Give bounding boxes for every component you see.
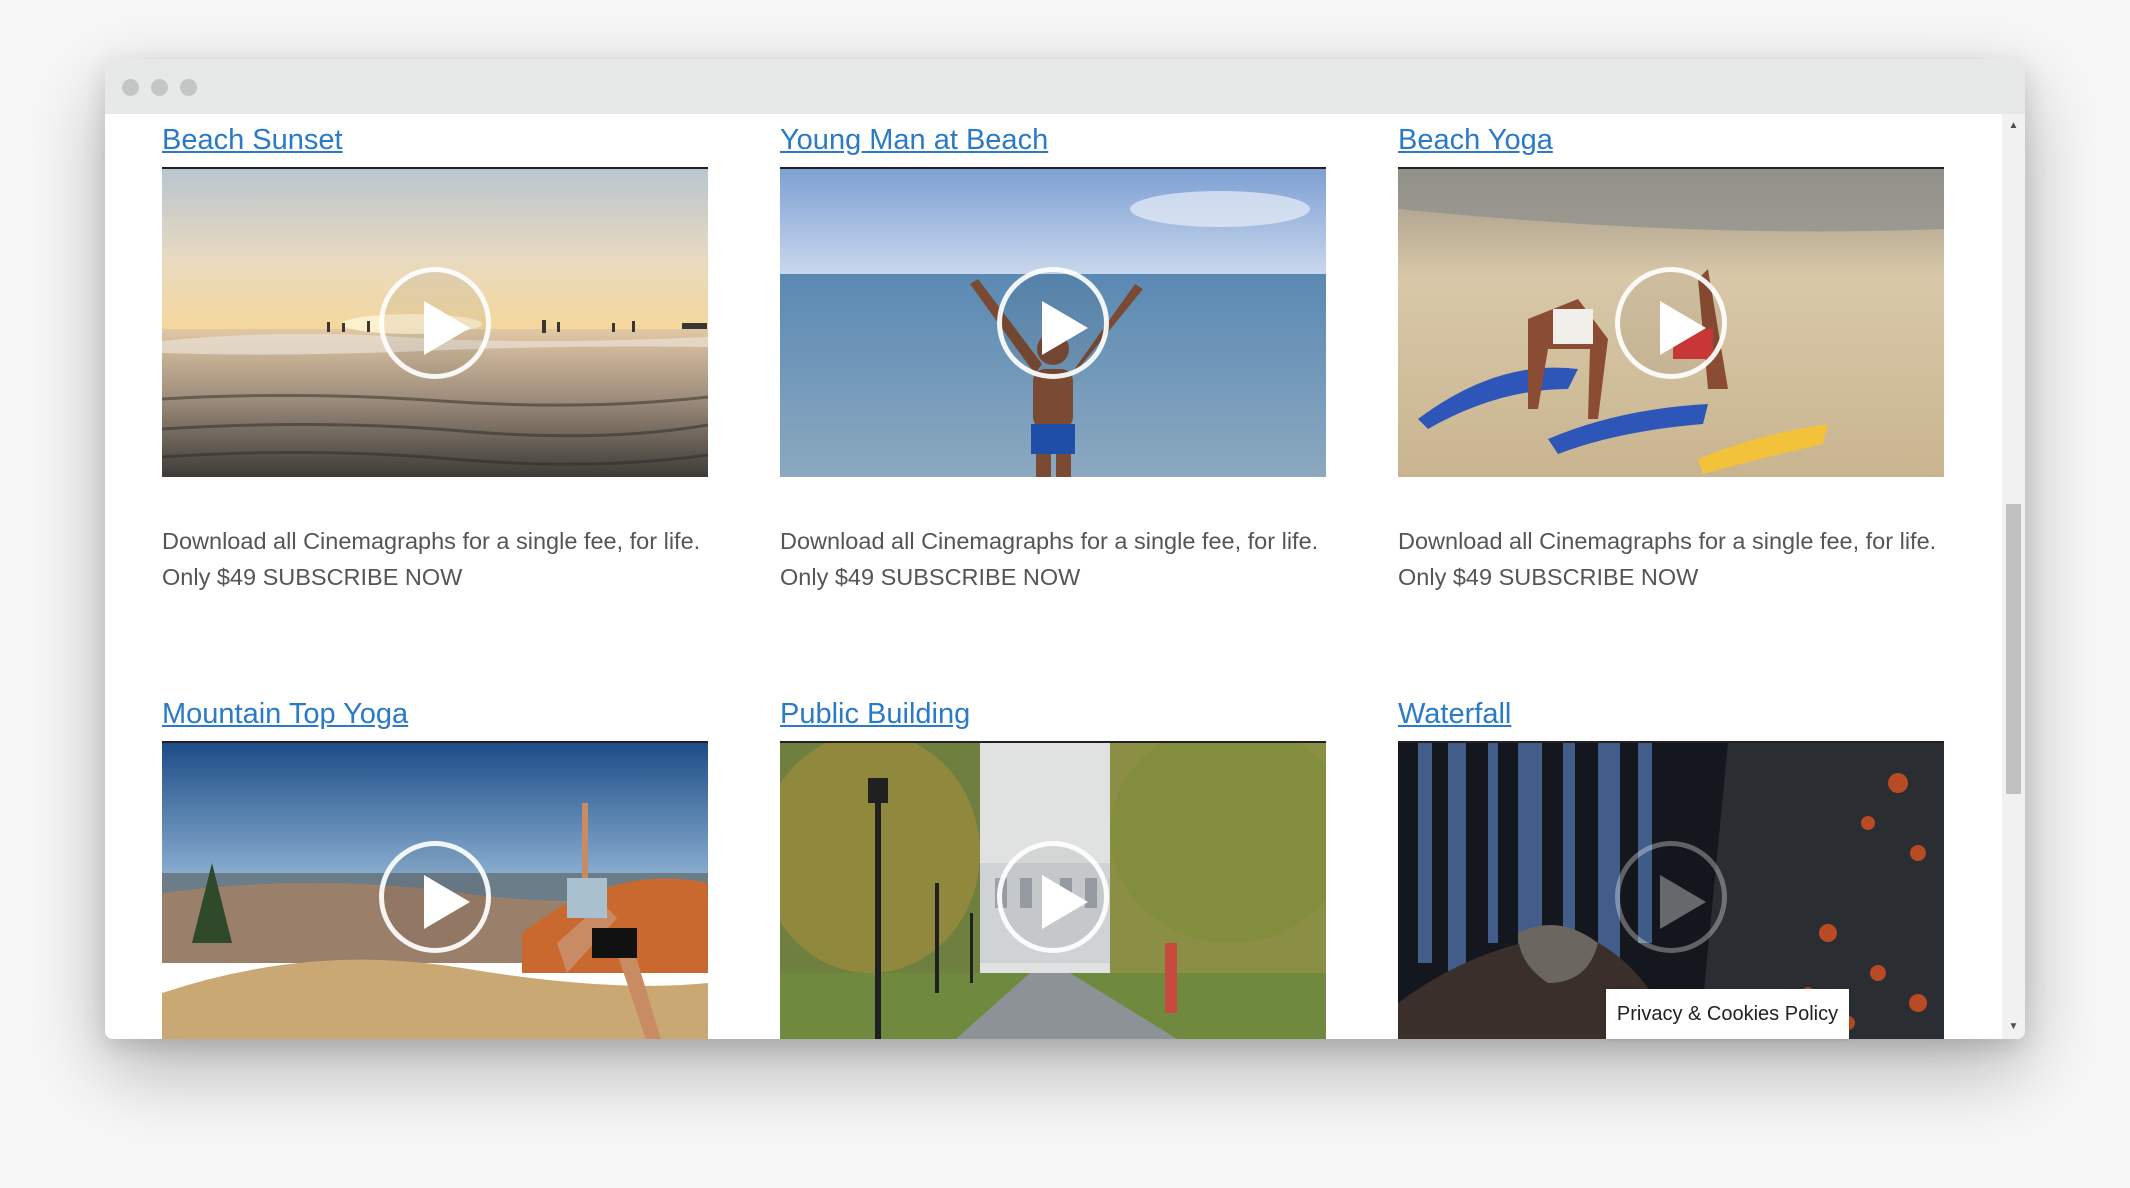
video-thumbnail[interactable] <box>162 741 708 1039</box>
play-icon[interactable] <box>379 841 491 953</box>
card-title-link[interactable]: Waterfall <box>1398 697 1944 733</box>
video-thumbnail[interactable] <box>162 167 708 477</box>
card-title-link[interactable]: Beach Yoga <box>1398 123 1944 159</box>
window-close-dot[interactable] <box>122 79 139 96</box>
video-thumbnail[interactable] <box>780 167 1326 477</box>
privacy-cookies-policy-button[interactable]: Privacy & Cookies Policy <box>1606 989 1849 1039</box>
window-maximize-dot[interactable] <box>180 79 197 96</box>
play-icon[interactable] <box>997 267 1109 379</box>
scroll-up-arrow-icon[interactable]: ▲ <box>2002 116 2025 136</box>
subscribe-cta[interactable]: Only $49 SUBSCRIBE NOW <box>1398 559 1944 595</box>
video-thumbnail[interactable] <box>780 741 1326 1039</box>
play-icon[interactable] <box>1615 841 1727 953</box>
video-thumbnail[interactable] <box>1398 167 1944 477</box>
play-icon[interactable] <box>379 267 491 379</box>
subscribe-cta[interactable]: Only $49 SUBSCRIBE NOW <box>780 559 1326 595</box>
page-content: Beach Sunset Download all Cinemagraphs f… <box>105 114 2002 1039</box>
description-line: Download all Cinemagraphs for a single f… <box>780 528 1319 554</box>
video-card-beach-sunset: Beach Sunset Download all Cinemagraphs f… <box>162 123 708 595</box>
window-titlebar <box>105 59 2025 114</box>
description-line: Download all Cinemagraphs for a single f… <box>1398 528 1937 554</box>
card-title-link[interactable]: Mountain Top Yoga <box>162 697 708 733</box>
video-card-young-man-at-beach: Young Man at Beach Download all Cinemagr… <box>780 123 1326 595</box>
play-icon[interactable] <box>1615 267 1727 379</box>
card-description: Download all Cinemagraphs for a single f… <box>780 523 1326 595</box>
card-description: Download all Cinemagraphs for a single f… <box>162 523 708 595</box>
video-card-mountain-top-yoga: Mountain Top Yoga <box>162 697 708 1039</box>
scroll-thumb[interactable] <box>2006 504 2021 794</box>
scroll-down-arrow-icon[interactable]: ▼ <box>2002 1017 2025 1037</box>
video-card-waterfall: Waterfall <box>1398 697 1944 1039</box>
card-title-link[interactable]: Young Man at Beach <box>780 123 1326 159</box>
card-description: Download all Cinemagraphs for a single f… <box>1398 523 1944 595</box>
window-minimize-dot[interactable] <box>151 79 168 96</box>
browser-window: Beach Sunset Download all Cinemagraphs f… <box>105 59 2025 1039</box>
video-card-public-building: Public Building <box>780 697 1326 1039</box>
play-icon[interactable] <box>997 841 1109 953</box>
video-card-beach-yoga: Beach Yoga Download all Cinemagraphs for… <box>1398 123 1944 595</box>
vertical-scrollbar[interactable]: ▲ ▼ <box>2002 114 2025 1039</box>
subscribe-cta[interactable]: Only $49 SUBSCRIBE NOW <box>162 559 708 595</box>
card-title-link[interactable]: Public Building <box>780 697 1326 733</box>
description-line: Download all Cinemagraphs for a single f… <box>162 528 701 554</box>
card-title-link[interactable]: Beach Sunset <box>162 123 708 159</box>
